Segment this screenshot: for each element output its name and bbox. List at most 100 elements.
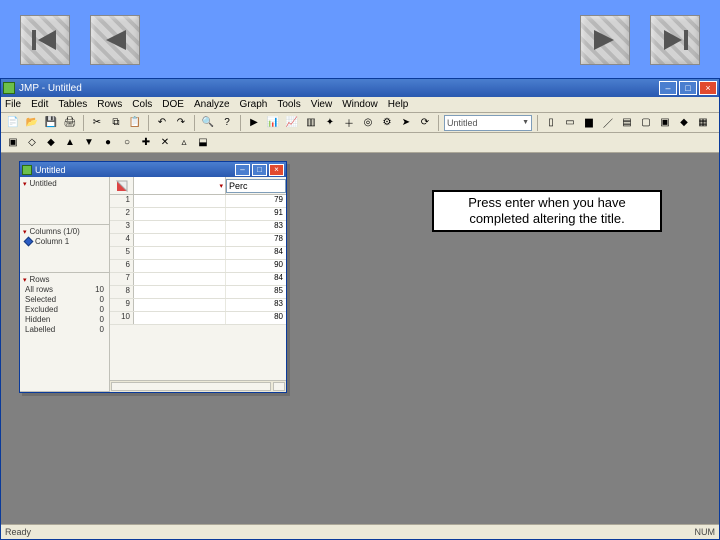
row-header[interactable]: 6 bbox=[110, 260, 134, 272]
cell-value[interactable]: 91 bbox=[226, 208, 286, 220]
column-header-blank[interactable]: ▾ bbox=[134, 177, 226, 194]
tb-hist[interactable]: ▤ bbox=[619, 115, 635, 131]
first-slide-button[interactable] bbox=[20, 15, 70, 65]
table-row[interactable]: 383 bbox=[110, 221, 286, 234]
tb-cycle[interactable]: ⟳ bbox=[417, 115, 433, 131]
tb2-k[interactable]: ⬓ bbox=[195, 135, 211, 151]
row-header[interactable]: 2 bbox=[110, 208, 134, 220]
cell-value[interactable]: 83 bbox=[226, 221, 286, 233]
menu-help[interactable]: Help bbox=[388, 99, 409, 110]
next-slide-button[interactable] bbox=[580, 15, 630, 65]
tb-tag[interactable]: ▣ bbox=[657, 115, 673, 131]
menu-cols[interactable]: Cols bbox=[132, 99, 152, 110]
cell-blank[interactable] bbox=[134, 247, 226, 259]
tb2-g[interactable]: ○ bbox=[119, 135, 135, 151]
row-header[interactable]: 8 bbox=[110, 286, 134, 298]
menu-edit[interactable]: Edit bbox=[31, 99, 48, 110]
row-header[interactable]: 5 bbox=[110, 247, 134, 259]
cell-blank[interactable] bbox=[134, 299, 226, 311]
table-row[interactable]: 4 78 bbox=[110, 234, 286, 247]
last-slide-button[interactable] bbox=[650, 15, 700, 65]
cell-value[interactable]: 83 bbox=[226, 299, 286, 311]
tb-box[interactable]: ▢ bbox=[638, 115, 654, 131]
tb-help[interactable]: ? bbox=[219, 115, 235, 131]
tb-print[interactable]: 🖨 bbox=[62, 115, 78, 131]
tb-paste[interactable]: 📋 bbox=[127, 115, 143, 131]
tb-target[interactable]: ◎ bbox=[360, 115, 376, 131]
window-list-combo[interactable]: Untitled ▼ bbox=[444, 115, 532, 131]
disclosure-icon[interactable]: ▾ bbox=[23, 228, 27, 236]
tb-tree[interactable]: ✦ bbox=[322, 115, 338, 131]
tb-bar[interactable]: ▆ bbox=[581, 115, 597, 131]
cell-blank[interactable] bbox=[134, 208, 226, 220]
table-row[interactable]: 8 85 bbox=[110, 286, 286, 299]
cell-blank[interactable] bbox=[134, 260, 226, 272]
menu-graph[interactable]: Graph bbox=[240, 99, 268, 110]
tb2-b[interactable]: ◇ bbox=[24, 135, 40, 151]
menu-rows[interactable]: Rows bbox=[97, 99, 122, 110]
row-header[interactable]: 1 bbox=[110, 195, 134, 207]
menu-view[interactable]: View bbox=[311, 99, 333, 110]
table-row[interactable]: 7 84 bbox=[110, 273, 286, 286]
cell-value[interactable]: 80 bbox=[226, 312, 286, 324]
tb2-a[interactable]: ▣ bbox=[5, 135, 21, 151]
tb-copy[interactable]: ⧉ bbox=[108, 115, 124, 131]
tb-new[interactable]: 📄 bbox=[5, 115, 21, 131]
child-maximize-button[interactable]: □ bbox=[252, 164, 267, 176]
tb-run[interactable]: ▶ bbox=[246, 115, 262, 131]
cell-blank[interactable] bbox=[134, 195, 226, 207]
tb-save[interactable]: 💾 bbox=[43, 115, 59, 131]
tb-arrow[interactable]: ➤ bbox=[398, 115, 414, 131]
tb-col[interactable]: ▯ bbox=[543, 115, 559, 131]
cell-blank[interactable] bbox=[134, 221, 226, 233]
tb-dist[interactable]: ▥ bbox=[303, 115, 319, 131]
menu-doe[interactable]: DOE bbox=[162, 99, 184, 110]
tb-chart[interactable]: 📊 bbox=[265, 115, 281, 131]
cell-blank[interactable] bbox=[134, 286, 226, 298]
tb-gear[interactable]: ⚙ bbox=[379, 115, 395, 131]
minimize-button[interactable]: – bbox=[659, 81, 677, 95]
menu-file[interactable]: File bbox=[5, 99, 21, 110]
maximize-button[interactable]: □ bbox=[679, 81, 697, 95]
tb-grid[interactable]: ▦ bbox=[695, 115, 711, 131]
disclosure-icon[interactable]: ▾ bbox=[23, 276, 27, 284]
table-row[interactable]: 2 91 bbox=[110, 208, 286, 221]
menu-analyze[interactable]: Analyze bbox=[194, 99, 230, 110]
column-item[interactable]: Column 1 bbox=[23, 236, 106, 247]
menu-tools[interactable]: Tools bbox=[277, 99, 300, 110]
cell-value[interactable]: 84 bbox=[226, 273, 286, 285]
tb-row[interactable]: ▭ bbox=[562, 115, 578, 131]
tb2-i[interactable]: ✕ bbox=[157, 135, 173, 151]
row-header[interactable]: 10 bbox=[110, 312, 134, 324]
cell-value[interactable]: 78 bbox=[226, 234, 286, 246]
column-title-input[interactable] bbox=[226, 179, 286, 193]
cell-value[interactable]: 90 bbox=[226, 260, 286, 272]
row-header[interactable]: 9 bbox=[110, 299, 134, 311]
cell-value[interactable]: 85 bbox=[226, 286, 286, 298]
tb2-d[interactable]: ▲ bbox=[62, 135, 78, 151]
cell-blank[interactable] bbox=[134, 312, 226, 324]
tb-undo[interactable]: ↶ bbox=[154, 115, 170, 131]
prev-slide-button[interactable] bbox=[90, 15, 140, 65]
row-header[interactable]: 7 bbox=[110, 273, 134, 285]
table-row[interactable]: 10 80 bbox=[110, 312, 286, 325]
close-button[interactable]: × bbox=[699, 81, 717, 95]
cell-value[interactable]: 79 bbox=[226, 195, 286, 207]
menu-tables[interactable]: Tables bbox=[58, 99, 87, 110]
cell-blank[interactable] bbox=[134, 234, 226, 246]
tb2-h[interactable]: ✚ bbox=[138, 135, 154, 151]
cell-value[interactable]: 84 bbox=[226, 247, 286, 259]
cell-blank[interactable] bbox=[134, 273, 226, 285]
child-minimize-button[interactable]: – bbox=[235, 164, 250, 176]
tb-fit[interactable]: 📈 bbox=[284, 115, 300, 131]
tb2-f[interactable]: ● bbox=[100, 135, 116, 151]
tb-plus[interactable]: ＋ bbox=[341, 115, 357, 131]
table-row[interactable]: 9 83 bbox=[110, 299, 286, 312]
tb-line[interactable]: ／ bbox=[600, 115, 616, 131]
tb2-c[interactable]: ◆ bbox=[43, 135, 59, 151]
row-header[interactable]: 4 bbox=[110, 234, 134, 246]
menu-window[interactable]: Window bbox=[342, 99, 378, 110]
grid-corner[interactable] bbox=[110, 177, 134, 194]
grid-scrollbar[interactable] bbox=[110, 380, 286, 392]
tb-pin[interactable]: ◆ bbox=[676, 115, 692, 131]
